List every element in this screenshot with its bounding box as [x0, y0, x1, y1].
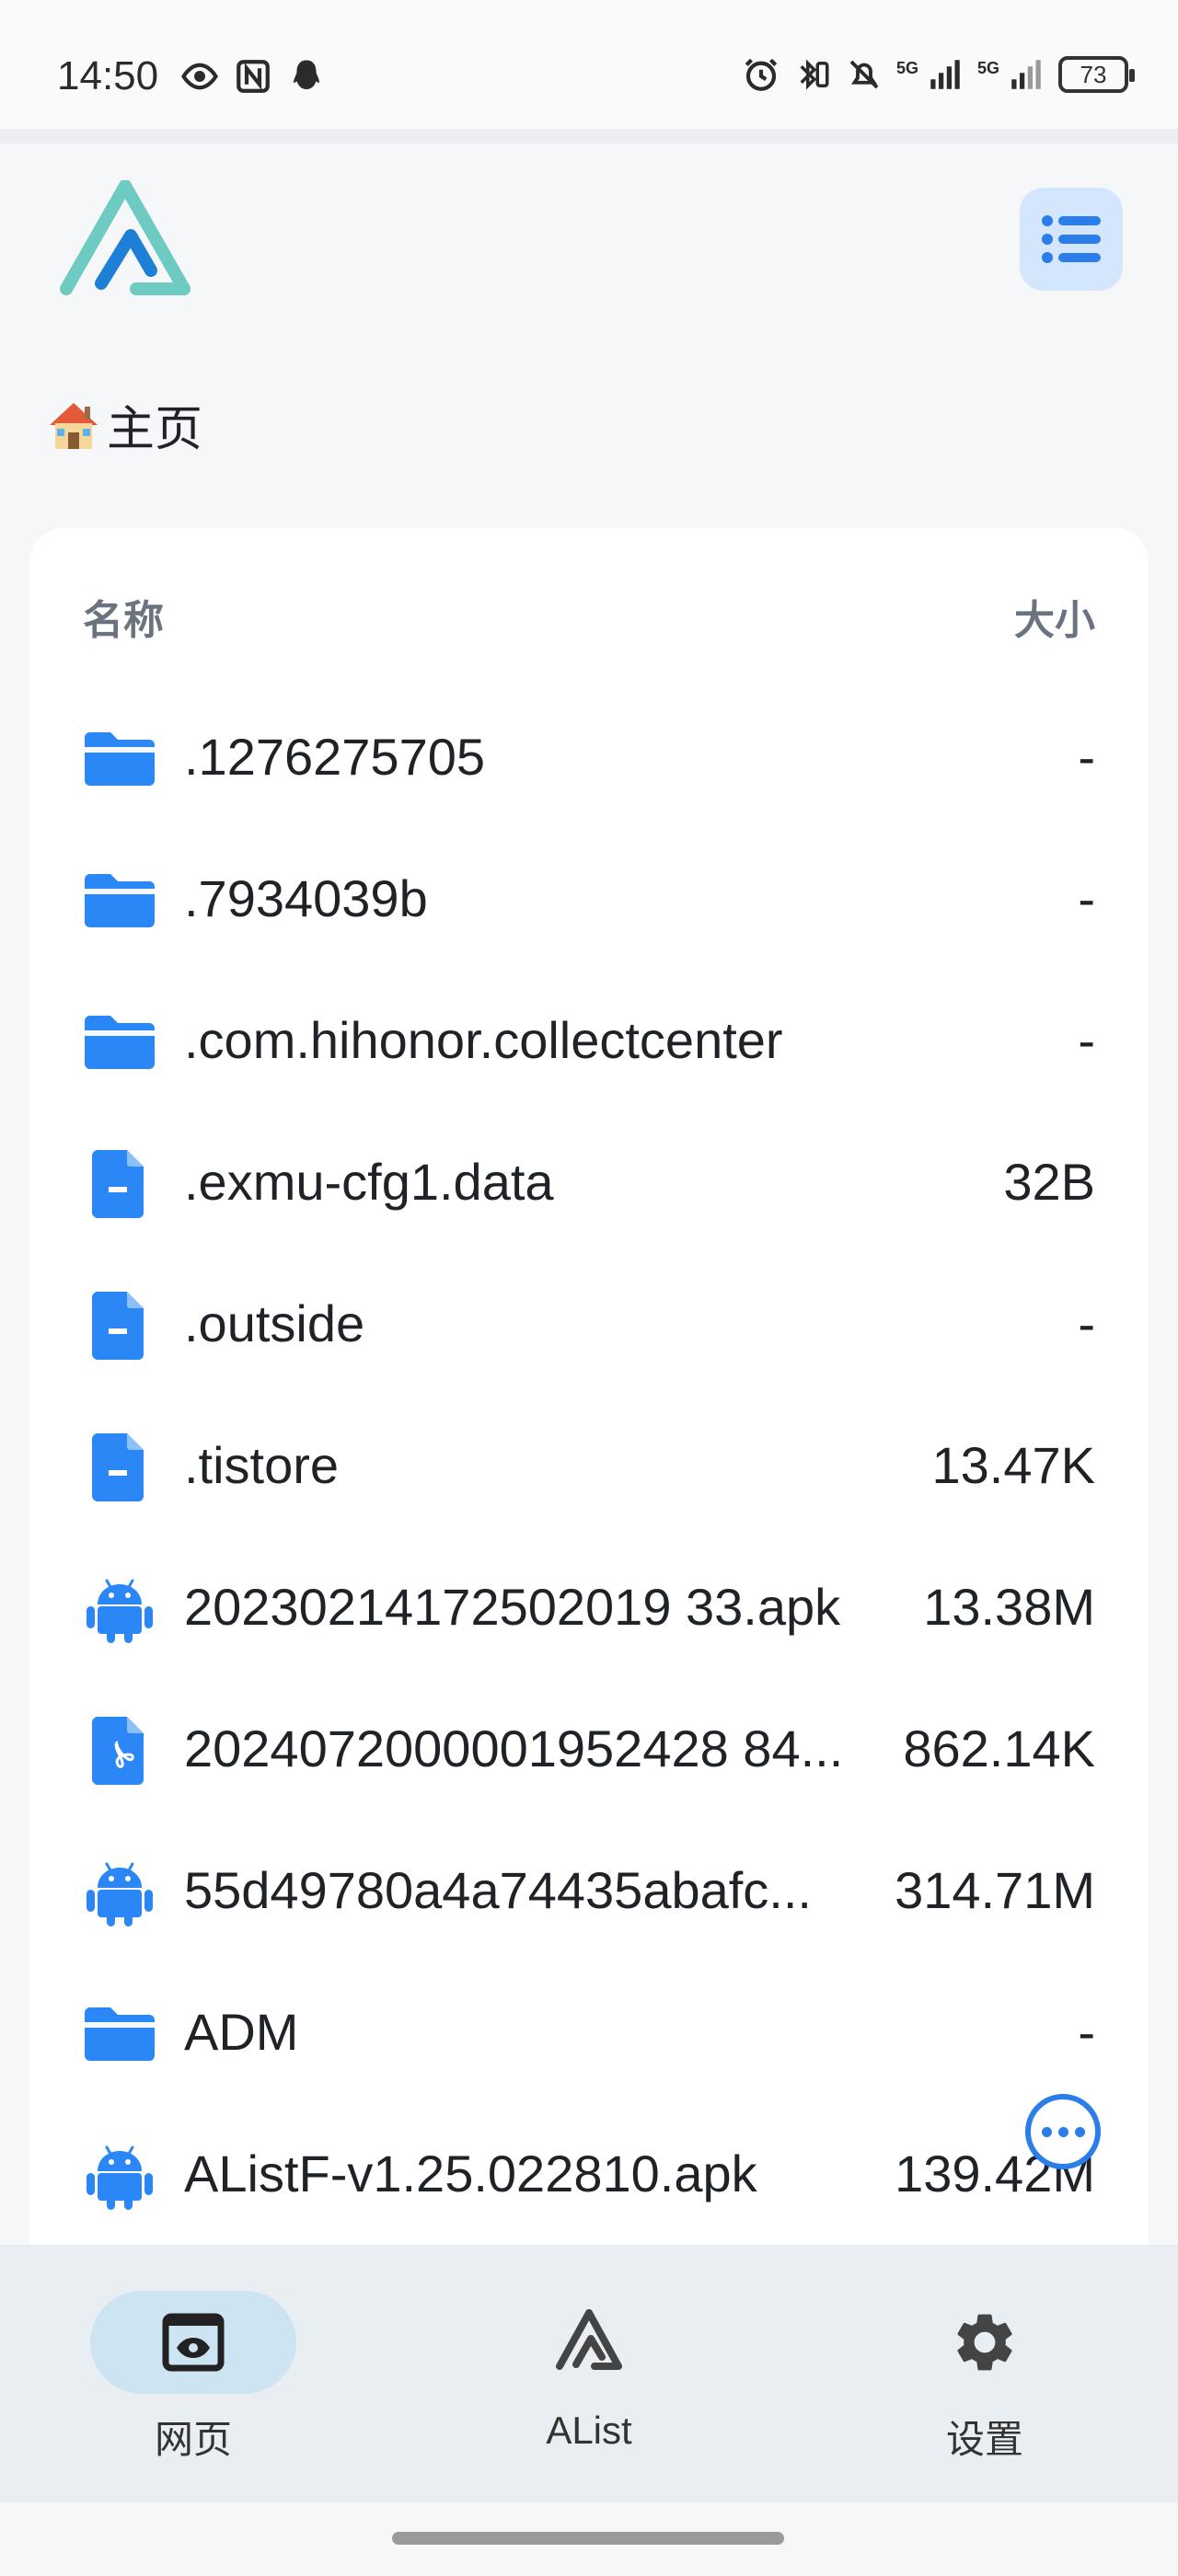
file-size: 13.38M	[923, 1578, 1095, 1636]
nav-label-alist: AList	[546, 2409, 632, 2452]
nav-label-settings: 设置	[945, 2418, 1023, 2461]
nav-item-webview[interactable]: 网页	[0, 2245, 387, 2502]
file-name: .outside	[184, 1294, 365, 1352]
file-size: -	[1078, 1011, 1095, 1069]
file-row[interactable]: .tistore 13.47K	[29, 1393, 1149, 1535]
file-name: ADM	[184, 2003, 299, 2061]
nav-item-settings[interactable]: 设置	[791, 2245, 1178, 2502]
home-indicator[interactable]	[392, 2532, 784, 2545]
column-name-header[interactable]: 名称	[83, 587, 164, 646]
file-row[interactable]: .outside -	[29, 1251, 1149, 1393]
folder-icon	[83, 863, 156, 937]
qq-icon	[294, 60, 319, 89]
column-size-header[interactable]: 大小	[1014, 587, 1095, 646]
folder-icon	[83, 1996, 156, 2070]
file-row[interactable]: .com.hihonor.collectcenter -	[29, 968, 1149, 1110]
file-row[interactable]: AListF-v1.25.022810.apk 139.42M	[29, 2101, 1149, 2243]
file-name: AListF-v1.25.022810.apk	[184, 2145, 757, 2202]
file-size: 32B	[1003, 1153, 1095, 1211]
house-icon	[50, 402, 98, 449]
signal2-label: 5G	[976, 58, 999, 77]
signal-icon	[930, 60, 960, 89]
battery-indicator: 73	[1058, 56, 1135, 93]
file-size: 314.71M	[895, 1861, 1095, 1919]
eye-icon	[181, 63, 218, 90]
file-row[interactable]: .7934039b -	[29, 826, 1149, 968]
alist-logo-icon	[556, 2309, 622, 2370]
breadcrumb-home[interactable]: 主页	[107, 390, 202, 459]
file-size: -	[1078, 728, 1095, 786]
file-name: .com.hihonor.collectcenter	[184, 1011, 783, 1069]
signal-icon	[1011, 60, 1041, 89]
file-list-card: 名称 大小 .1276275705- .7934039b - .com.hihonor…	[29, 528, 1149, 2276]
file-icon	[83, 1146, 156, 1220]
column-header: 名称 大小	[29, 528, 1149, 703]
android-icon	[83, 1855, 156, 1928]
file-size: -	[1078, 869, 1095, 927]
bottom-nav: 网页 AList 设置	[0, 2245, 1178, 2502]
signal1-label: 5G	[895, 58, 918, 77]
pdf-icon	[83, 1713, 156, 1787]
file-name: .exmu-cfg1.data	[184, 1153, 554, 1211]
alist-logo-icon[interactable]	[59, 180, 191, 298]
file-row[interactable]: .1276275705 -	[29, 684, 1149, 826]
status-left-icons	[180, 57, 326, 96]
file-icon	[83, 1430, 156, 1503]
more-actions-button[interactable]	[1025, 2094, 1101, 2169]
folder-icon	[83, 721, 156, 795]
file-row[interactable]: ADM -	[29, 1960, 1149, 2101]
file-row[interactable]: 55d49780a4a74435abafc... 314.71M	[29, 1818, 1149, 1960]
file-size: 13.47K	[931, 1436, 1096, 1494]
alarm-icon	[745, 58, 778, 91]
list-menu-icon	[1042, 215, 1101, 263]
file-row[interactable]: 2024072000001952428 84... 862.14K	[29, 1676, 1149, 1818]
android-icon	[83, 2138, 156, 2212]
dot	[1074, 2126, 1085, 2137]
nav-label-webview: 网页	[154, 2418, 232, 2461]
menu-button[interactable]	[1020, 188, 1123, 291]
android-icon	[83, 1571, 156, 1645]
status-time: 14:50	[57, 53, 159, 98]
nav-item-alist[interactable]: AList	[396, 2245, 782, 2502]
file-name: .7934039b	[184, 869, 428, 927]
file-name: .tistore	[184, 1436, 340, 1494]
file-size: -	[1078, 1294, 1095, 1352]
status-right-icons: 5G 5G 73	[742, 55, 1135, 94]
file-name: 55d49780a4a74435abafc...	[184, 1861, 812, 1919]
gear-icon	[957, 2314, 1012, 2371]
file-name: 20230214172502019 33.apk	[184, 1578, 841, 1636]
status-divider	[0, 129, 1178, 144]
file-name: .1276275705	[184, 728, 486, 786]
bluetooth-battery-icon	[800, 59, 829, 90]
battery-level: 73	[1080, 60, 1107, 88]
dot	[1057, 2126, 1068, 2137]
breadcrumb[interactable]: 主页	[44, 390, 202, 459]
file-size: 862.14K	[903, 1719, 1095, 1777]
nfc-icon	[237, 60, 270, 93]
file-size: -	[1078, 2003, 1095, 2061]
mute-icon	[849, 60, 879, 89]
file-name: 2024072000001952428 84...	[184, 1719, 844, 1777]
folder-icon	[83, 1005, 156, 1078]
file-row[interactable]: .exmu-cfg1.data 32B	[29, 1110, 1149, 1251]
webview-icon	[162, 2313, 225, 2372]
file-icon	[83, 1288, 156, 1362]
dot	[1041, 2126, 1052, 2137]
file-row[interactable]: 20230214172502019 33.apk 13.38M	[29, 1535, 1149, 1676]
status-bar: 14:50 5G 5G 73	[0, 0, 1178, 129]
